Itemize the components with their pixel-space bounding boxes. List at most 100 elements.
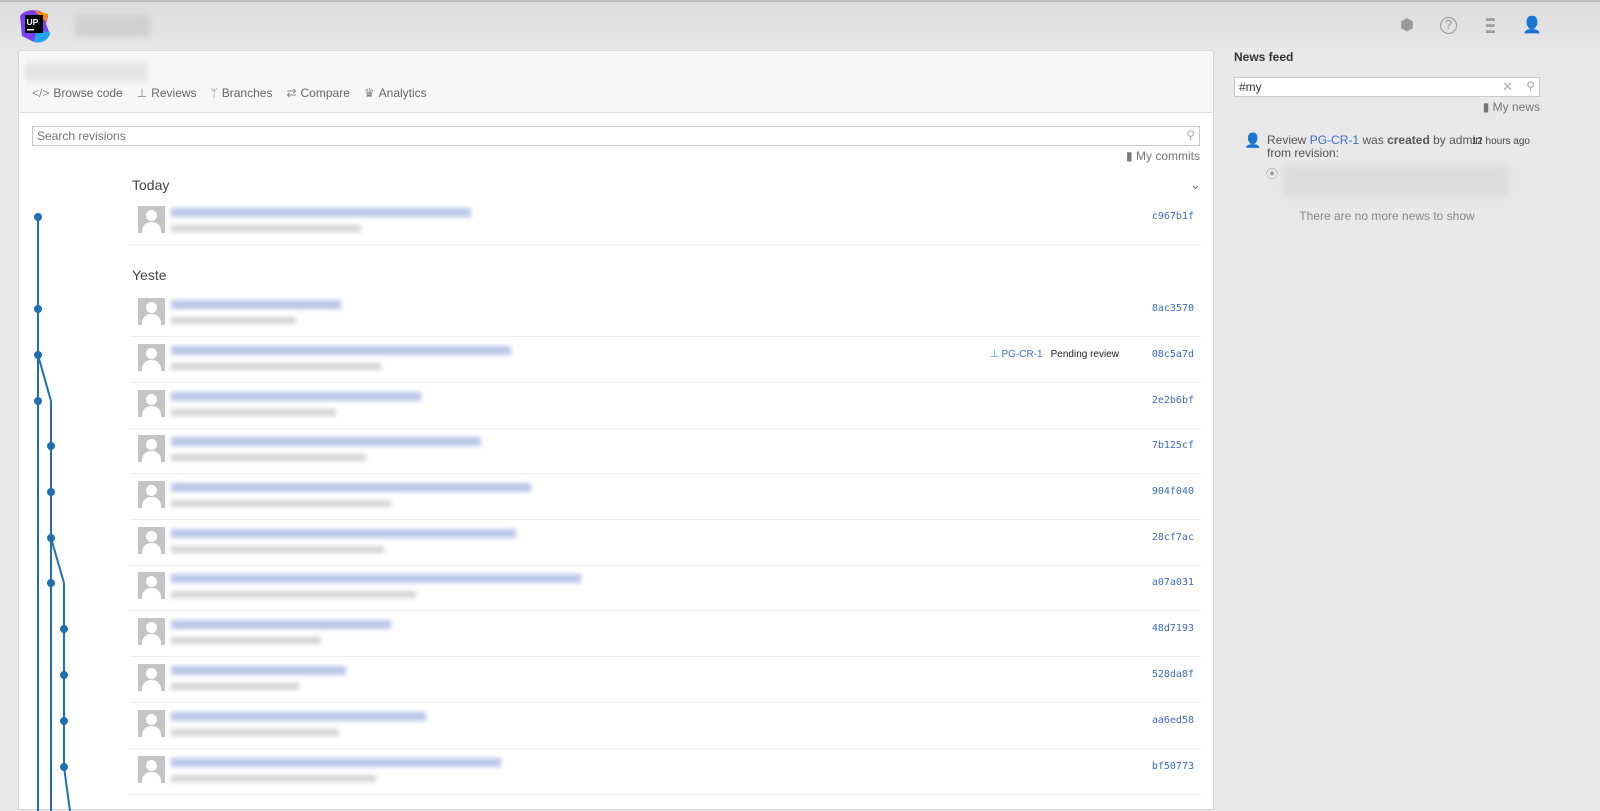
revision-row[interactable]: ⊥ PG-CR-1 Pending review 08c5a7d bbox=[131, 337, 1201, 383]
commit-meta-blurred bbox=[171, 775, 376, 782]
revision-hash[interactable]: c967b1f bbox=[1152, 211, 1194, 222]
commit-message-blurred[interactable] bbox=[171, 620, 391, 629]
author-avatar bbox=[138, 390, 165, 417]
revision-row[interactable]: 48d7193 bbox=[131, 611, 1201, 657]
revision-hash[interactable]: 8ac3570 bbox=[1152, 303, 1194, 314]
commit-node[interactable] bbox=[34, 213, 42, 221]
commit-meta-blurred bbox=[171, 225, 361, 232]
commit-node[interactable] bbox=[47, 442, 55, 450]
nav-reviews[interactable]: ⊥ Reviews bbox=[137, 86, 197, 100]
commit-node[interactable] bbox=[47, 488, 55, 496]
commit-message-blurred[interactable] bbox=[171, 437, 481, 446]
commit-message-blurred[interactable] bbox=[171, 758, 501, 767]
commit-node[interactable] bbox=[34, 397, 42, 405]
revision-hash[interactable]: aa6ed58 bbox=[1152, 715, 1194, 726]
revision-row[interactable]: 904f040 bbox=[131, 474, 1201, 520]
commit-message-blurred[interactable] bbox=[171, 574, 581, 583]
commit-message-blurred[interactable] bbox=[171, 483, 531, 492]
commit-meta-blurred bbox=[171, 317, 296, 324]
author-avatar bbox=[138, 435, 165, 462]
commit-node[interactable] bbox=[34, 305, 42, 313]
commit-node[interactable] bbox=[60, 717, 68, 725]
revision-hash[interactable]: 904f040 bbox=[1152, 486, 1194, 497]
commit-message-blurred[interactable] bbox=[171, 392, 421, 401]
commit-node[interactable] bbox=[60, 671, 68, 679]
revision-row[interactable]: a07a031 bbox=[131, 565, 1201, 611]
nav-branches[interactable]: ᛘ Branches bbox=[211, 86, 273, 100]
review-status: Pending review bbox=[1050, 349, 1119, 360]
revision-row[interactable]: aa6ed58 bbox=[131, 703, 1201, 749]
revision-hash[interactable]: bf50773 bbox=[1152, 761, 1194, 772]
search-revisions-input[interactable] bbox=[37, 129, 1138, 143]
news-item: 👤 Review PG-CR-1 was created by admin fr… bbox=[1234, 133, 1540, 223]
commit-node[interactable] bbox=[47, 534, 55, 542]
no-more-news: There are no more news to show bbox=[1299, 209, 1475, 223]
nav-compare[interactable]: ⇄ Compare bbox=[286, 86, 349, 100]
my-commits-link[interactable]: ▮ My commits bbox=[1126, 149, 1200, 163]
commit-meta-blurred bbox=[171, 729, 339, 736]
revisions-panel: </> Browse code ⊥ Reviews ᛘ Branches ⇄ Compa… bbox=[18, 50, 1214, 811]
revision-row[interactable]: 7b125cf bbox=[131, 428, 1201, 474]
author-avatar bbox=[138, 572, 165, 599]
commit-message-blurred[interactable] bbox=[171, 300, 341, 309]
author-avatar bbox=[138, 618, 165, 645]
revision-preview[interactable]: ⦿ bbox=[1266, 164, 1540, 198]
nav-analytics[interactable]: ♛ Analytics bbox=[364, 86, 427, 100]
commit-meta-blurred bbox=[171, 683, 299, 690]
help-icon[interactable]: ? bbox=[1440, 17, 1457, 34]
revision-row[interactable]: 2e2b6bf bbox=[131, 383, 1201, 429]
commit-node[interactable] bbox=[60, 625, 68, 633]
author-avatar bbox=[138, 206, 165, 233]
commit-message-blurred[interactable] bbox=[171, 666, 346, 675]
commit-message-blurred[interactable] bbox=[171, 346, 511, 355]
author-avatar bbox=[138, 710, 165, 737]
news-filter-field[interactable]: ✕ ⚲ bbox=[1234, 77, 1540, 97]
revision-hash[interactable]: a07a031 bbox=[1152, 577, 1194, 588]
revision-hash[interactable]: 528da8f bbox=[1152, 669, 1194, 680]
search-icon[interactable]: ⚲ bbox=[1186, 128, 1195, 142]
apps-grid-icon[interactable]: ▪▪▪ ▪▪▪ ▪▪▪ bbox=[1481, 15, 1499, 38]
revision-row[interactable]: 28cf7ac bbox=[131, 520, 1201, 566]
review-link[interactable]: PG-CR-1 bbox=[1310, 133, 1359, 147]
user-icon[interactable]: 👤 bbox=[1522, 17, 1542, 35]
project-header: </> Browse code ⊥ Reviews ᛘ Branches ⇄ Compa… bbox=[19, 51, 1213, 113]
commit-node[interactable] bbox=[34, 351, 42, 359]
commit-meta-blurred bbox=[171, 454, 366, 461]
top-bar: UP ⬢ ? ▪▪▪ ▪▪▪ ▪▪▪ 👤 bbox=[0, 2, 1600, 48]
commit-message-blurred[interactable] bbox=[171, 208, 471, 217]
graph-edge bbox=[50, 537, 65, 584]
commit-message-blurred[interactable] bbox=[171, 529, 516, 538]
author-avatar bbox=[138, 756, 165, 783]
revision-hash[interactable]: 48d7193 bbox=[1152, 623, 1194, 634]
my-news-link[interactable]: ▮ My news bbox=[1234, 100, 1540, 114]
commit-node[interactable] bbox=[60, 763, 68, 771]
commit-node[interactable] bbox=[47, 579, 55, 587]
commit-meta-blurred bbox=[171, 409, 336, 416]
revision-row[interactable]: 528da8f bbox=[131, 657, 1201, 703]
review-link[interactable]: ⊥ PG-CR-1 bbox=[990, 349, 1043, 360]
collapse-chevron-icon[interactable]: ⌄ bbox=[1190, 177, 1201, 193]
project-name-blurred[interactable] bbox=[75, 15, 150, 37]
revision-hash[interactable]: 28cf7ac bbox=[1152, 532, 1194, 543]
graph-edge bbox=[37, 354, 52, 402]
revision-hash[interactable]: 08c5a7d bbox=[1152, 349, 1194, 360]
bookmark-icon: ▮ bbox=[1482, 100, 1490, 114]
commit-graph bbox=[34, 213, 71, 811]
upsource-logo[interactable]: UP bbox=[16, 8, 52, 44]
clear-icon[interactable]: ✕ bbox=[1502, 79, 1513, 95]
commit-meta-blurred bbox=[171, 546, 384, 553]
revision-row[interactable]: bf50773 bbox=[131, 749, 1201, 795]
revision-hash[interactable]: 2e2b6bf bbox=[1152, 395, 1194, 406]
author-avatar bbox=[138, 298, 165, 325]
commit-meta-blurred bbox=[171, 637, 321, 644]
search-icon[interactable]: ⚲ bbox=[1526, 79, 1535, 93]
compare-arrows-icon: ⇄ bbox=[286, 86, 297, 100]
author-avatar bbox=[138, 664, 165, 691]
news-filter-input[interactable] bbox=[1239, 80, 1476, 94]
commit-message-blurred[interactable] bbox=[171, 712, 426, 721]
search-revisions-field[interactable]: ⚲ bbox=[32, 126, 1200, 146]
hub-icon[interactable]: ⬢ bbox=[1398, 17, 1416, 35]
revision-hash[interactable]: 7b125cf bbox=[1152, 440, 1194, 451]
revision-row[interactable]: c967b1f bbox=[131, 199, 1201, 245]
revision-row[interactable]: 8ac3570 bbox=[131, 291, 1201, 337]
